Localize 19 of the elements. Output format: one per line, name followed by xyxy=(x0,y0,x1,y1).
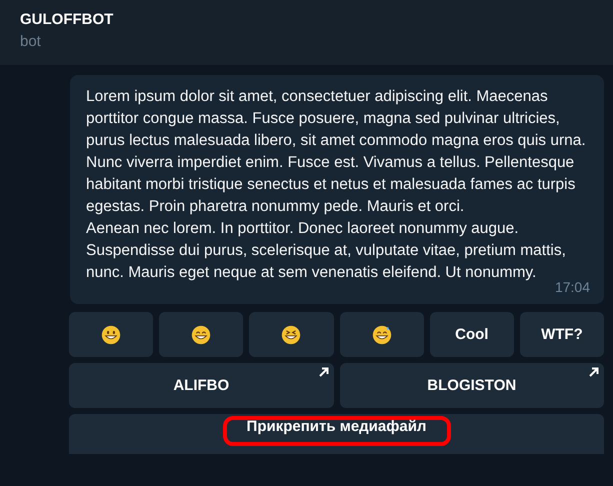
link-button[interactable]: BLOGISTON xyxy=(340,363,604,408)
emoji-button[interactable] xyxy=(69,312,154,357)
message-text: Lorem ipsum dolor sit amet, consectetuer adipiscing elit. Maecenas porttitor congue massa. Fusce posuere, magna sed pulvinar ultricies, purus lectus malesuada libero, sit amet commodo magna eros quis urna. xyxy=(86,87,587,151)
chat-subtitle: bot xyxy=(20,33,41,50)
reply-button[interactable]: WTF? xyxy=(520,312,604,357)
emoji-face-icon xyxy=(191,324,212,344)
arrow-icon xyxy=(318,367,328,377)
message-text: Nunc viverra imperdiet enim. Fusce est. Vivamus a tellus. Pellentesque habitant morbi tristique senectus et netus et malesuada fames ac turpis egestas. Proin pharetra nonummy pede. Mauris et orci. xyxy=(86,153,576,217)
chat-title: GULOFFBOT xyxy=(20,11,114,28)
arrow-icon xyxy=(589,367,599,377)
emoji-button[interactable] xyxy=(340,312,424,357)
emoji-face-icon xyxy=(101,324,122,344)
emoji-button[interactable] xyxy=(159,312,244,357)
reply-button[interactable]: Cool xyxy=(430,312,514,357)
reply-button[interactable]: Прикрепить медиафайл xyxy=(69,414,604,454)
link-button[interactable]: ALIFBO xyxy=(69,363,334,408)
emoji-face-icon xyxy=(372,324,392,344)
emoji-face-icon xyxy=(281,324,302,344)
emoji-button[interactable] xyxy=(249,312,334,357)
